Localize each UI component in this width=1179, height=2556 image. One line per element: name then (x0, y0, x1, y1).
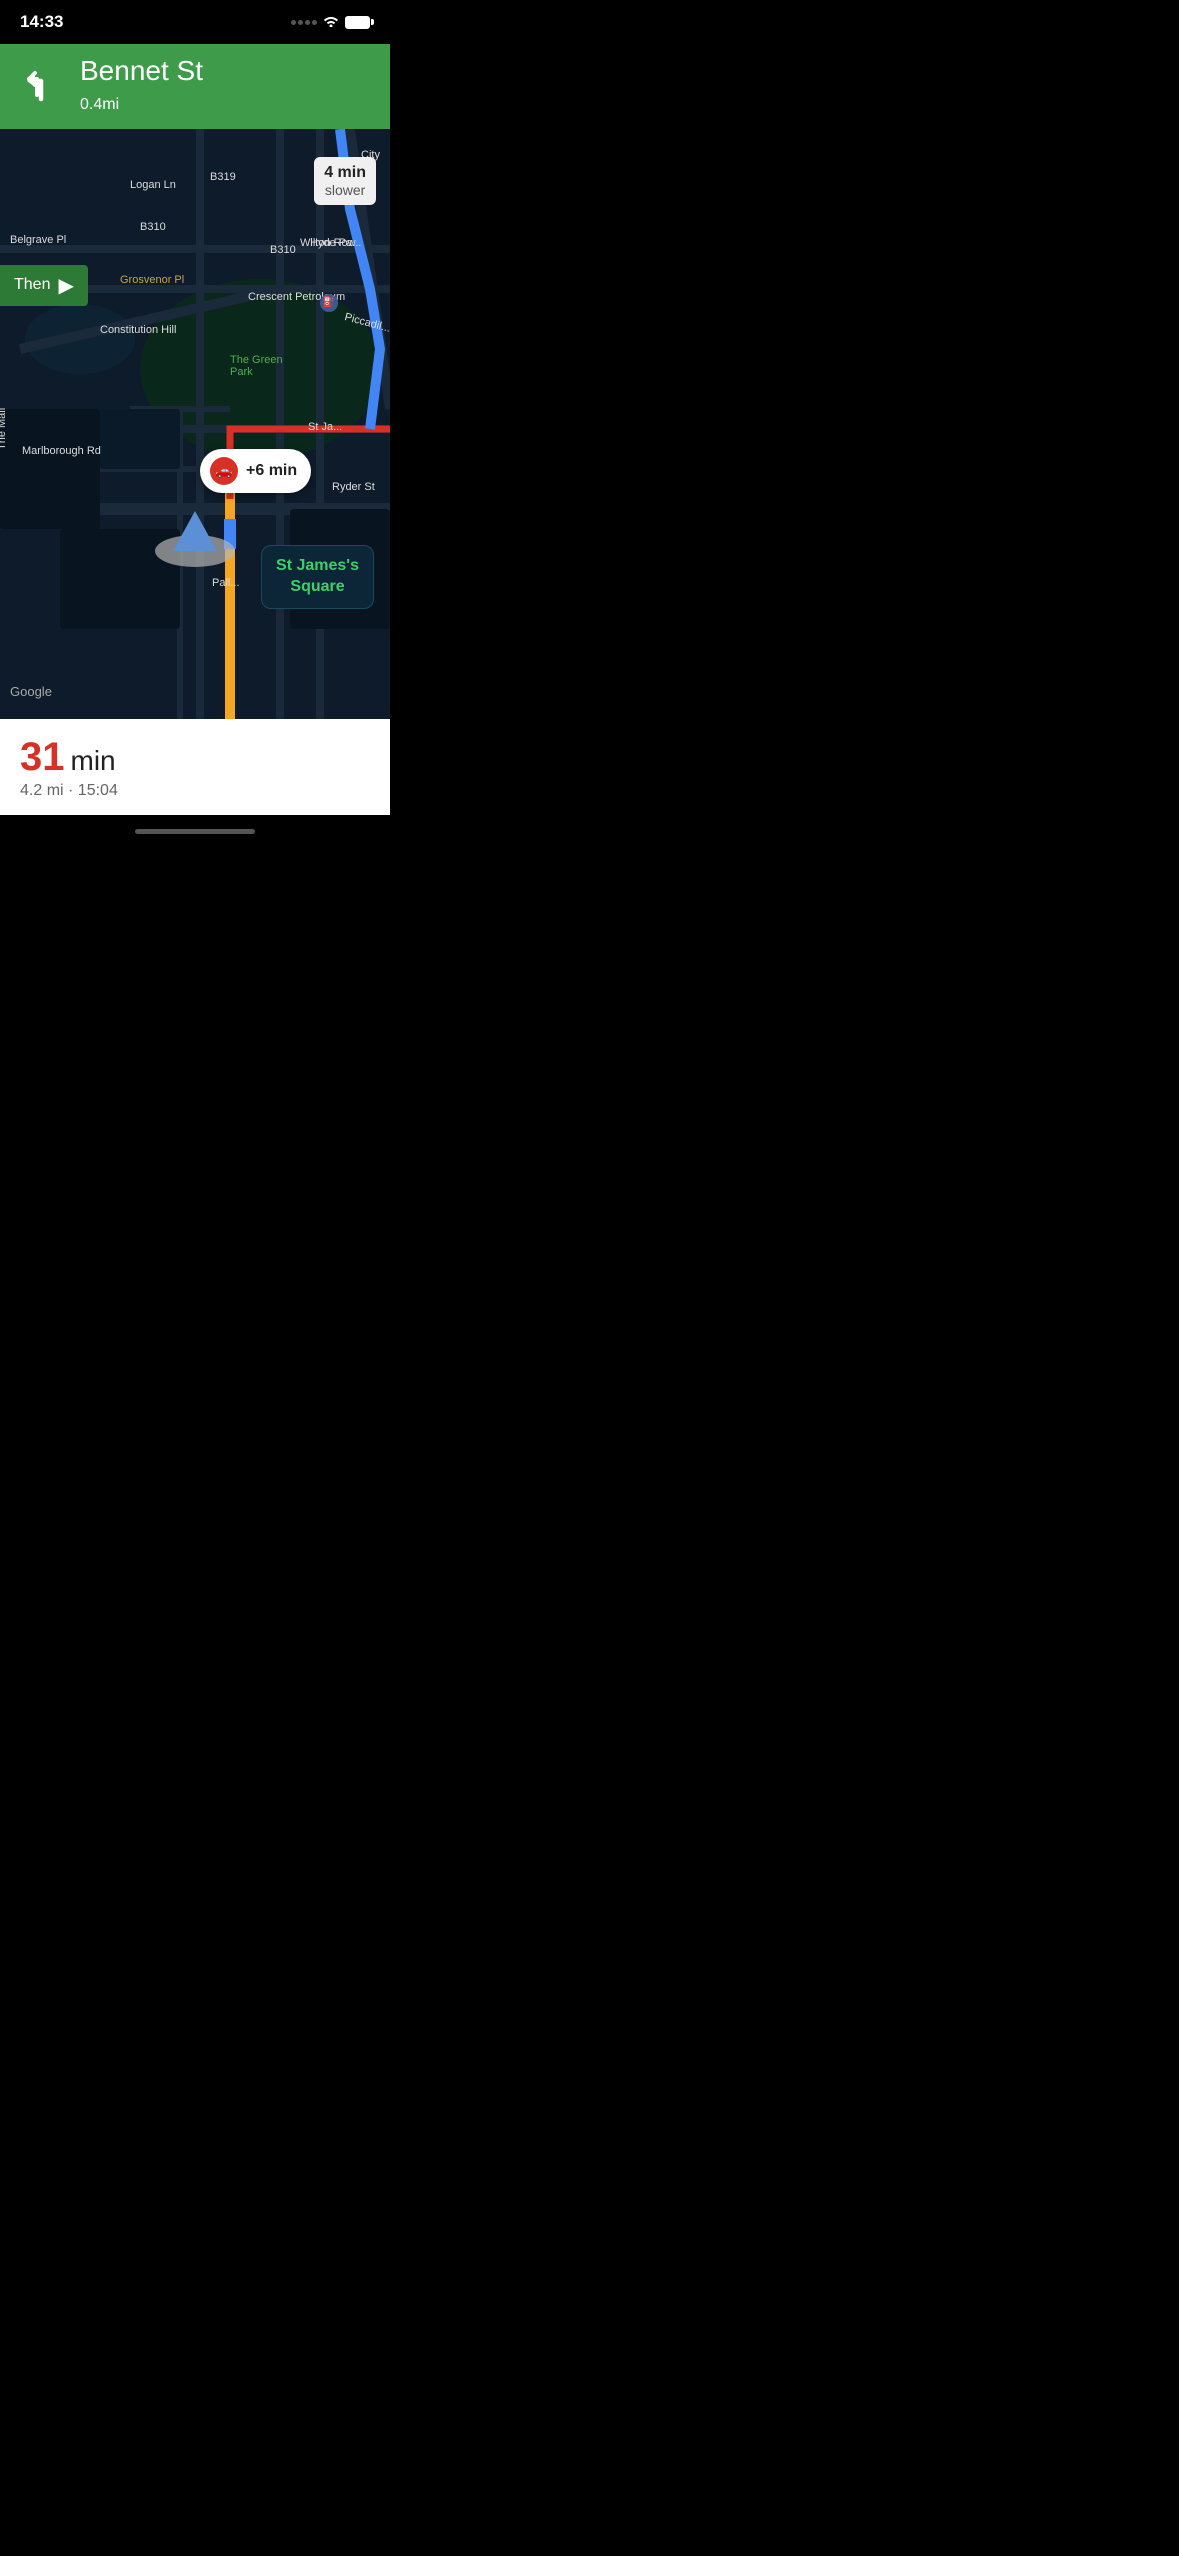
traffic-icon: 🚗 (210, 457, 238, 485)
eta-details: 4.2 mi · 15:04 (20, 782, 370, 800)
nav-header: Bennet St 0.4mi (0, 44, 390, 129)
location-ellipse (155, 535, 235, 567)
slower-time: 4 min (324, 163, 366, 182)
nav-street: Bennet St (80, 56, 374, 87)
google-watermark: Google (10, 684, 52, 699)
then-box: Then ▶ (0, 265, 88, 306)
navigation-arrow (173, 511, 217, 551)
eta-row: 31 min (20, 735, 370, 780)
nav-distance: 0.4mi (80, 89, 374, 115)
map-svg (0, 129, 390, 719)
traffic-badge: 🚗 +6 min (200, 449, 311, 493)
then-label: Then (14, 276, 50, 294)
st-james-badge: St James's Square (261, 545, 374, 609)
turn-arrow-icon (16, 60, 66, 110)
st-james-label: St James's Square (276, 556, 359, 598)
gas-station-pin: ⛽ (320, 294, 338, 312)
map-area: Then ▶ 4 min slower Belgrave Pl B319 B31… (0, 129, 390, 719)
slower-label: slower (324, 182, 366, 199)
status-icons (291, 14, 370, 30)
traffic-delay: +6 min (246, 462, 297, 480)
battery-icon (345, 16, 370, 29)
location-marker (155, 535, 235, 567)
slower-badge: 4 min slower (314, 157, 376, 205)
status-time: 14:33 (20, 12, 63, 32)
home-bar (135, 829, 255, 834)
then-direction-icon: ▶ (58, 273, 73, 298)
home-indicator (0, 815, 390, 849)
nav-info: Bennet St 0.4mi (80, 56, 374, 115)
bottom-bar: 31 min 4.2 mi · 15:04 (0, 719, 390, 815)
status-bar: 14:33 (0, 0, 390, 44)
eta-minutes: 31 (20, 735, 65, 780)
eta-min-label: min (71, 745, 116, 777)
signal-icon (291, 20, 317, 25)
wifi-icon (323, 14, 339, 30)
